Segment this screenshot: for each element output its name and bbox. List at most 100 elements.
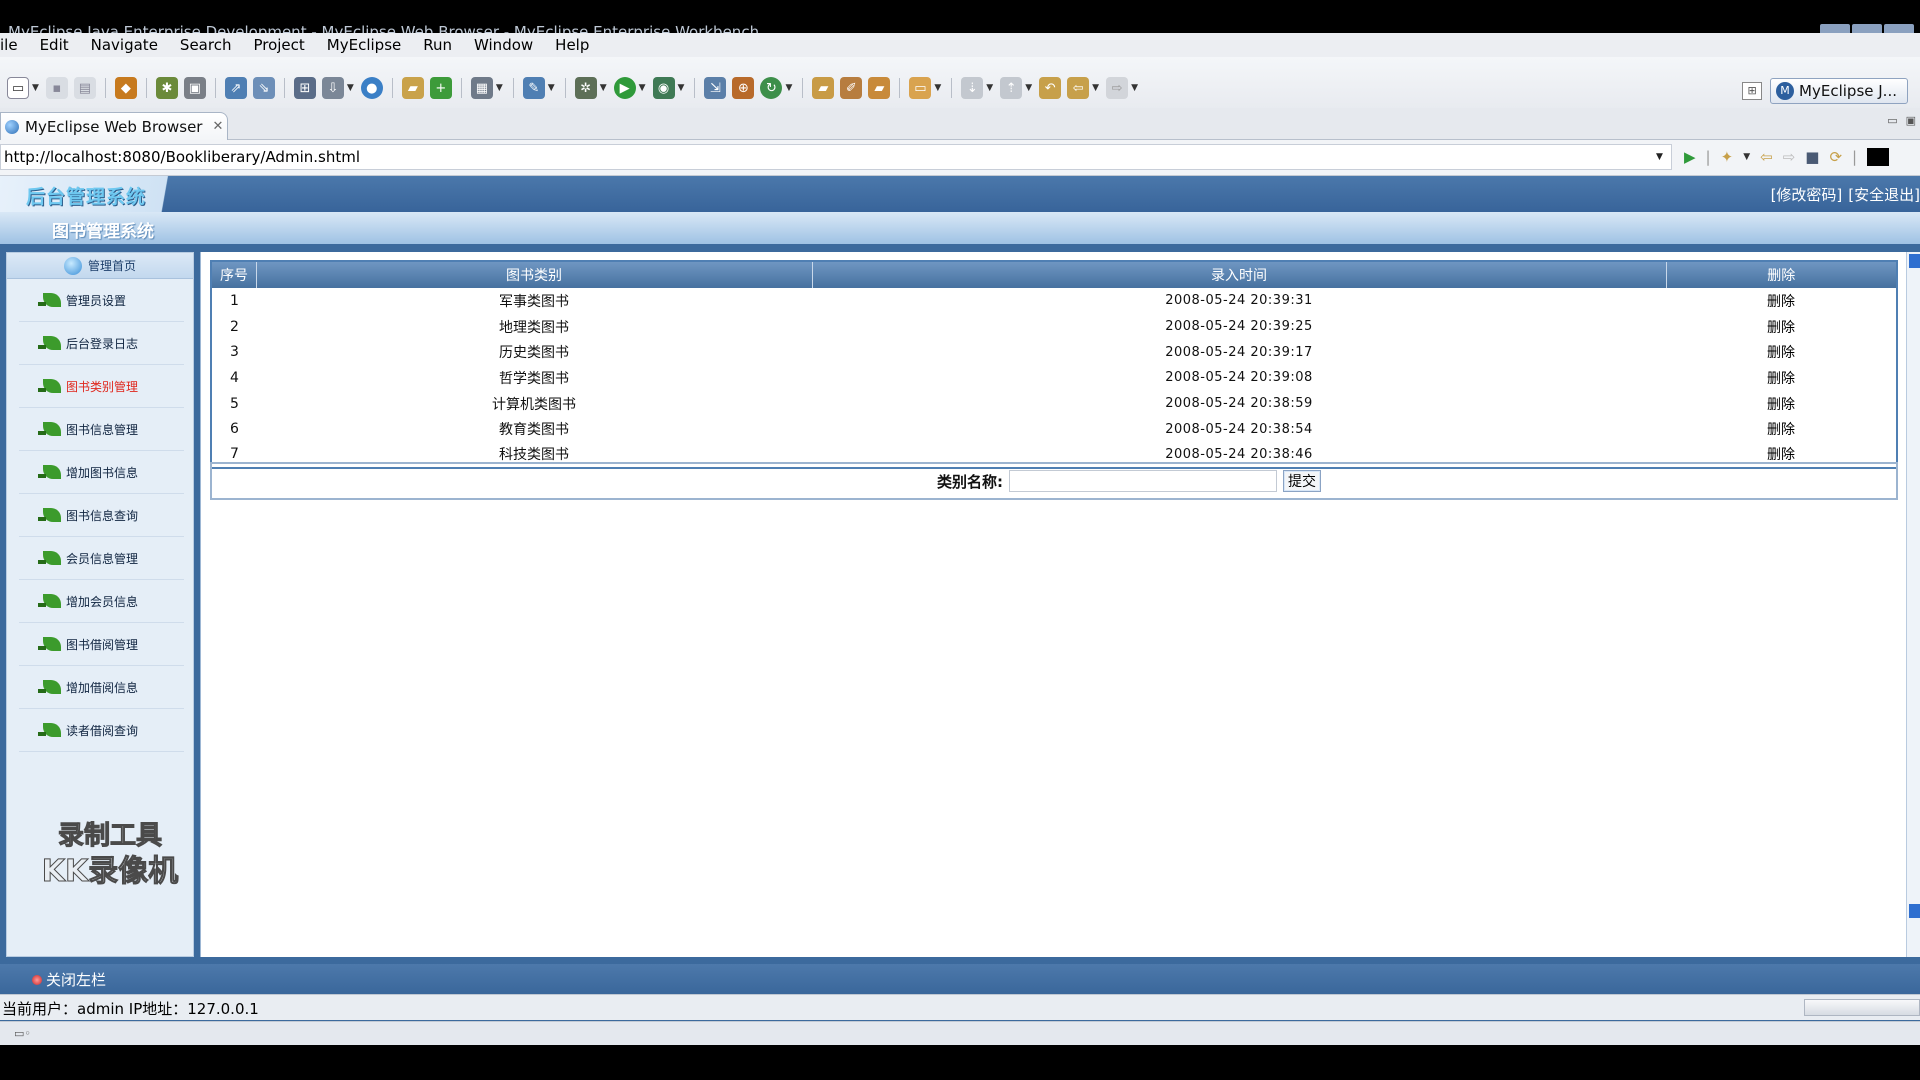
- wizard-dropdown-icon[interactable]: ▼: [548, 83, 555, 93]
- sidebar-item[interactable]: 图书借阅管理: [19, 623, 184, 666]
- server-icon[interactable]: ▣: [183, 77, 206, 99]
- run-dropdown-icon[interactable]: ▼: [639, 83, 646, 93]
- sidebar-item[interactable]: 读者借阅查询: [19, 709, 184, 752]
- menu-file[interactable]: ile: [0, 33, 29, 57]
- folder-dropdown-icon[interactable]: ▼: [934, 83, 941, 93]
- new-class-icon[interactable]: ⊕: [732, 77, 755, 99]
- delete-link[interactable]: 删除: [1666, 339, 1897, 365]
- export-icon[interactable]: ⇩: [321, 77, 344, 99]
- prev-annotation-dropdown-icon[interactable]: ▼: [1025, 83, 1032, 93]
- open-folder-icon[interactable]: ▰: [401, 77, 424, 99]
- debug-bug-icon[interactable]: ✱: [155, 77, 178, 99]
- minimize-button[interactable]: [1820, 24, 1850, 33]
- browser-refresh-icon[interactable]: ⟳: [1829, 148, 1842, 166]
- url-input[interactable]: http://localhost:8080/Bookliberary/Admin…: [0, 144, 1672, 170]
- menu-window[interactable]: Window: [463, 33, 544, 57]
- wizard-icon[interactable]: ✎: [522, 77, 545, 99]
- sidebar-item-label: 增加图书信息: [66, 465, 139, 480]
- submit-button[interactable]: 提交: [1283, 470, 1321, 492]
- sidebar-item[interactable]: 图书信息查询: [19, 494, 184, 537]
- next-annotation-icon[interactable]: ⇣: [961, 77, 984, 99]
- last-edit-icon[interactable]: ↶: [1039, 77, 1062, 99]
- go-icon[interactable]: ▶: [1684, 148, 1696, 166]
- favorites-icon[interactable]: ✦: [1721, 148, 1734, 166]
- menu-edit[interactable]: Edit: [29, 33, 80, 57]
- delete-link[interactable]: 删除: [1666, 391, 1897, 417]
- menu-myeclipse[interactable]: MyEclipse: [316, 33, 412, 57]
- url-dropdown-icon[interactable]: ▼: [1656, 152, 1663, 162]
- web-globe-icon[interactable]: ●: [360, 77, 383, 99]
- change-password-link[interactable]: [修改密码]: [1771, 184, 1843, 205]
- redeploy-icon[interactable]: ⇘: [252, 77, 275, 99]
- scroll-down-icon[interactable]: [1909, 904, 1920, 918]
- browser-extra-icon[interactable]: [1867, 148, 1890, 166]
- category-name-input[interactable]: [1009, 470, 1277, 492]
- refresh-dropdown-icon[interactable]: ▼: [785, 83, 792, 93]
- sidebar-item[interactable]: 增加会员信息: [19, 580, 184, 623]
- brush-icon[interactable]: ✐: [840, 77, 863, 99]
- sidebar-item[interactable]: 图书信息管理: [19, 408, 184, 451]
- new-icon[interactable]: ▭: [7, 77, 29, 99]
- print-icon[interactable]: ▤: [73, 77, 96, 99]
- sidebar-item[interactable]: 会员信息管理: [19, 537, 184, 580]
- open-perspective-icon[interactable]: ⊞: [1742, 82, 1763, 100]
- maximize-view-icon[interactable]: ▣: [1906, 114, 1916, 127]
- debug-dropdown-icon[interactable]: ▼: [600, 83, 607, 93]
- cell-id: 1: [230, 292, 239, 309]
- forward-icon[interactable]: ⇨: [1106, 77, 1129, 99]
- menu-help[interactable]: Help: [544, 33, 600, 57]
- run-icon[interactable]: ▶: [613, 77, 636, 99]
- run-external-icon[interactable]: ◉: [652, 77, 675, 99]
- delete-link[interactable]: 删除: [1666, 416, 1897, 442]
- screen-icon[interactable]: ▦: [470, 77, 493, 99]
- close-window-button[interactable]: [1884, 24, 1914, 33]
- sidebar-item[interactable]: 后台登录日志: [19, 322, 184, 365]
- toolbar-separator: [802, 78, 804, 98]
- close-sidebar-toggle[interactable]: 关闭左栏: [32, 969, 106, 990]
- screen-dropdown-icon[interactable]: ▼: [496, 83, 503, 93]
- hierarchy-icon[interactable]: ⊞: [293, 77, 316, 99]
- add-icon[interactable]: +: [429, 77, 452, 99]
- sidebar-item[interactable]: 增加借阅信息: [19, 666, 184, 709]
- browser-forward-icon[interactable]: ⇨: [1783, 148, 1796, 166]
- minimize-view-icon[interactable]: ▭: [1887, 114, 1897, 127]
- deploy-icon[interactable]: ⇗: [224, 77, 247, 99]
- package-icon[interactable]: ◆: [114, 77, 137, 99]
- sidebar-item[interactable]: 图书类别管理: [19, 365, 184, 408]
- back-dropdown-icon[interactable]: ▼: [1092, 83, 1099, 93]
- menu-search[interactable]: Search: [169, 33, 243, 57]
- save-icon[interactable]: ▪: [45, 77, 68, 99]
- run-external-dropdown-icon[interactable]: ▼: [678, 83, 685, 93]
- forward-dropdown-icon[interactable]: ▼: [1131, 83, 1138, 93]
- menu-project[interactable]: Project: [242, 33, 315, 57]
- delete-link[interactable]: 删除: [1666, 365, 1897, 391]
- sidebar-home[interactable]: 管理首页: [7, 253, 193, 279]
- menu-run[interactable]: Run: [412, 33, 463, 57]
- sidebar-item[interactable]: 管理员设置: [19, 279, 184, 322]
- browser-stop-icon[interactable]: ■: [1805, 148, 1819, 166]
- progress-bar: [1804, 999, 1920, 1016]
- new-dropdown-icon[interactable]: ▼: [32, 83, 39, 93]
- debug-icon[interactable]: ✲: [574, 77, 597, 99]
- favorites-dropdown-icon[interactable]: ▼: [1743, 148, 1750, 166]
- tab-close-icon[interactable]: ✕: [212, 119, 223, 134]
- menu-navigate[interactable]: Navigate: [80, 33, 169, 57]
- back-icon[interactable]: ⇦: [1067, 77, 1090, 99]
- folder-icon[interactable]: ▭: [909, 77, 932, 99]
- refresh-icon[interactable]: ↻: [760, 77, 783, 99]
- scroll-up-icon[interactable]: [1909, 254, 1920, 268]
- open-type-icon[interactable]: ▰: [812, 77, 835, 99]
- new-package-icon[interactable]: ⇲: [704, 77, 727, 99]
- maximize-button[interactable]: [1852, 24, 1882, 33]
- perspective-button[interactable]: M MyEclipse J...: [1770, 78, 1908, 104]
- next-annotation-dropdown-icon[interactable]: ▼: [986, 83, 993, 93]
- export-dropdown-icon[interactable]: ▼: [347, 83, 354, 93]
- browser-back-icon[interactable]: ⇦: [1760, 148, 1773, 166]
- sidebar-item[interactable]: 增加图书信息: [19, 451, 184, 494]
- open-resource-icon[interactable]: ▰: [868, 77, 891, 99]
- prev-annotation-icon[interactable]: ⇡: [1000, 77, 1023, 99]
- tab-web-browser[interactable]: MyEclipse Web Browser ✕: [0, 112, 228, 140]
- delete-link[interactable]: 删除: [1666, 314, 1897, 340]
- delete-link[interactable]: 删除: [1666, 288, 1897, 314]
- logout-link[interactable]: [安全退出]: [1848, 184, 1920, 205]
